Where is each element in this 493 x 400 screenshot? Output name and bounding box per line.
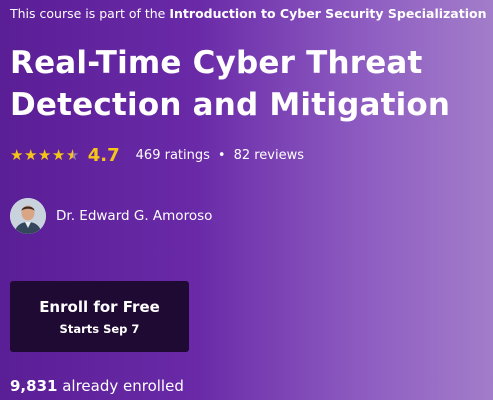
enroll-button-label: Enroll for Free: [39, 297, 160, 316]
rating-row: ★ ★ ★ ★ ★ 4.7 469 ratings • 82 reviews: [10, 144, 304, 166]
enrollment-count: 9,831 already enrolled: [10, 377, 184, 395]
instructor-row[interactable]: Dr. Edward G. Amoroso: [10, 198, 212, 234]
star-icon: ★: [51, 145, 66, 164]
separator-dot: •: [217, 147, 226, 163]
star-icon: ★: [10, 145, 24, 164]
enrolled-number: 9,831: [10, 377, 58, 395]
ratings-count-link[interactable]: 469 ratings: [136, 148, 210, 163]
enroll-start-date: Starts Sep 7: [59, 321, 140, 336]
avatar-image: [10, 198, 46, 234]
rating-value: 4.7: [87, 144, 120, 166]
reviews-count-link[interactable]: 82 reviews: [234, 148, 304, 163]
enroll-button[interactable]: Enroll for Free Starts Sep 7: [10, 281, 189, 352]
star-icon: ★: [23, 145, 38, 164]
star-rating: ★ ★ ★ ★ ★: [10, 145, 80, 164]
instructor-avatar[interactable]: [10, 198, 46, 234]
course-hero-banner: This course is part of the Introduction …: [0, 0, 493, 400]
specialization-line: This course is part of the Introduction …: [10, 6, 486, 21]
half-star-icon: ★: [65, 145, 80, 164]
star-icon: ★: [37, 145, 52, 164]
specialization-link[interactable]: Introduction to Cyber Security Specializ…: [169, 6, 486, 21]
specialization-prefix: This course is part of the: [10, 6, 166, 21]
course-title: Real-Time Cyber Threat Detection and Mit…: [10, 45, 451, 123]
instructor-name-link[interactable]: Dr. Edward G. Amoroso: [56, 208, 212, 224]
enrolled-suffix: already enrolled: [62, 377, 184, 395]
